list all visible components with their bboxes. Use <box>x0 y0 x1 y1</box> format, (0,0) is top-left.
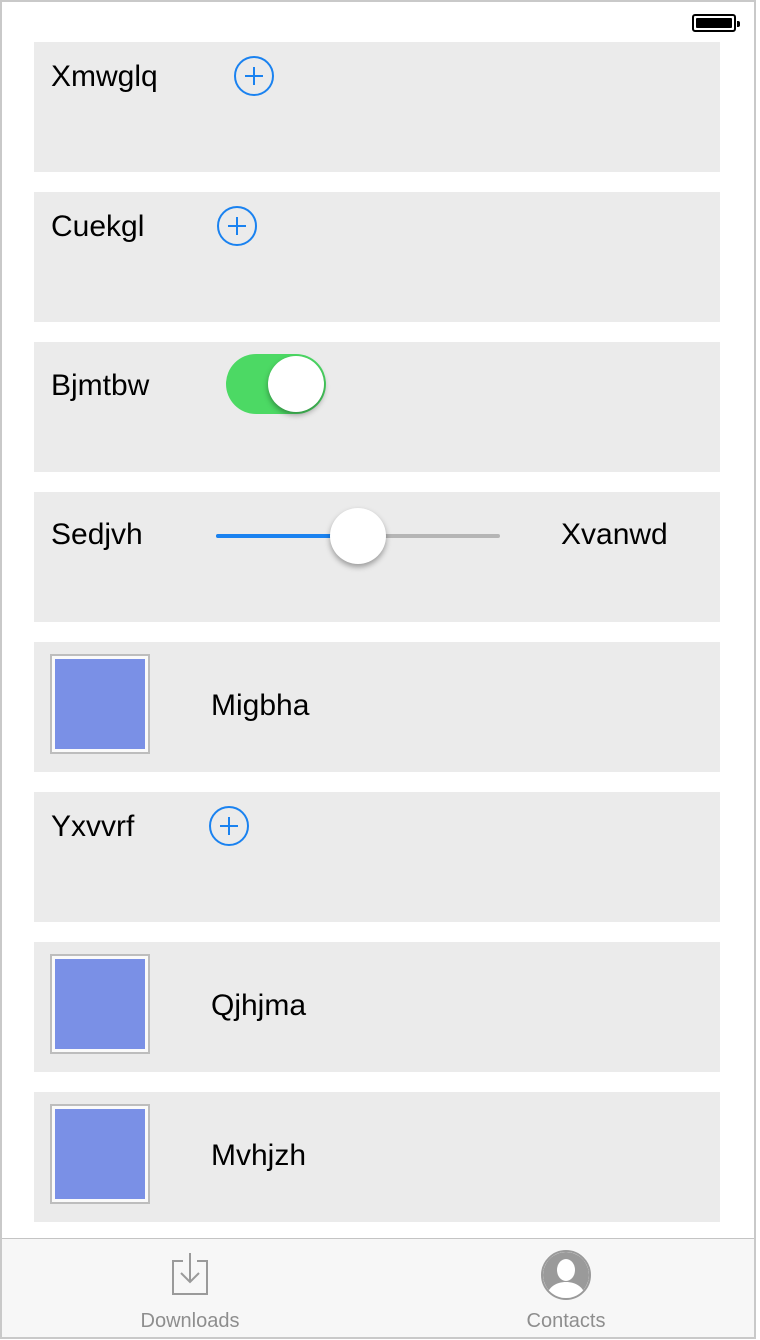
slider-max-label: Xvanwd <box>561 518 668 551</box>
list-row-migbha[interactable]: Migbha <box>34 642 720 772</box>
download-tray-icon <box>172 1253 208 1295</box>
person-circle-icon <box>541 1250 591 1300</box>
add-button-xmwglq[interactable] <box>234 56 274 96</box>
tab-label: Contacts <box>526 1310 606 1332</box>
slider-thumb[interactable] <box>330 508 386 564</box>
slider-min-label: Sedjvh <box>51 518 143 551</box>
tab-label: Downloads <box>140 1310 240 1332</box>
battery-icon <box>692 14 740 32</box>
list-row-yxvvrf: Yxvvrf <box>34 792 720 922</box>
toggle-switch[interactable] <box>226 354 326 414</box>
slider-track[interactable] <box>216 508 500 564</box>
thumbnail-image <box>50 954 150 1054</box>
list-row-slider: Sedjvh Xvanwd <box>34 492 720 622</box>
thumbnail-image <box>50 654 150 754</box>
list-row-bjmtbw: Bjmtbw <box>34 342 720 472</box>
row-label: Mvhjzh <box>211 1139 307 1172</box>
row-label: Bjmtbw <box>51 369 150 402</box>
row-label: Xmwglq <box>51 60 158 93</box>
row-label: Migbha <box>211 689 310 722</box>
tab-bar: Downloads Contacts <box>2 1238 754 1337</box>
add-button-yxvvrf[interactable] <box>209 806 249 846</box>
add-button-cuekgl[interactable] <box>217 206 257 246</box>
row-label: Yxvvrf <box>51 810 135 843</box>
tab-contacts[interactable]: Contacts <box>378 1239 754 1337</box>
list-row-xmwglq: Xmwglq <box>34 42 720 172</box>
toggle-knob <box>268 356 324 412</box>
thumbnail-image <box>50 1104 150 1204</box>
app-screen: Xmwglq Cuekgl Bjmtbw Sedjvh Xvanwd Migbh… <box>0 0 756 1339</box>
list-row-qjhjma[interactable]: Qjhjma <box>34 942 720 1072</box>
list-row-mvhjzh[interactable]: Mvhjzh <box>34 1092 720 1222</box>
row-label: Cuekgl <box>51 210 145 243</box>
row-label: Qjhjma <box>211 989 307 1022</box>
tab-downloads[interactable]: Downloads <box>2 1239 378 1337</box>
list-row-cuekgl: Cuekgl <box>34 192 720 322</box>
